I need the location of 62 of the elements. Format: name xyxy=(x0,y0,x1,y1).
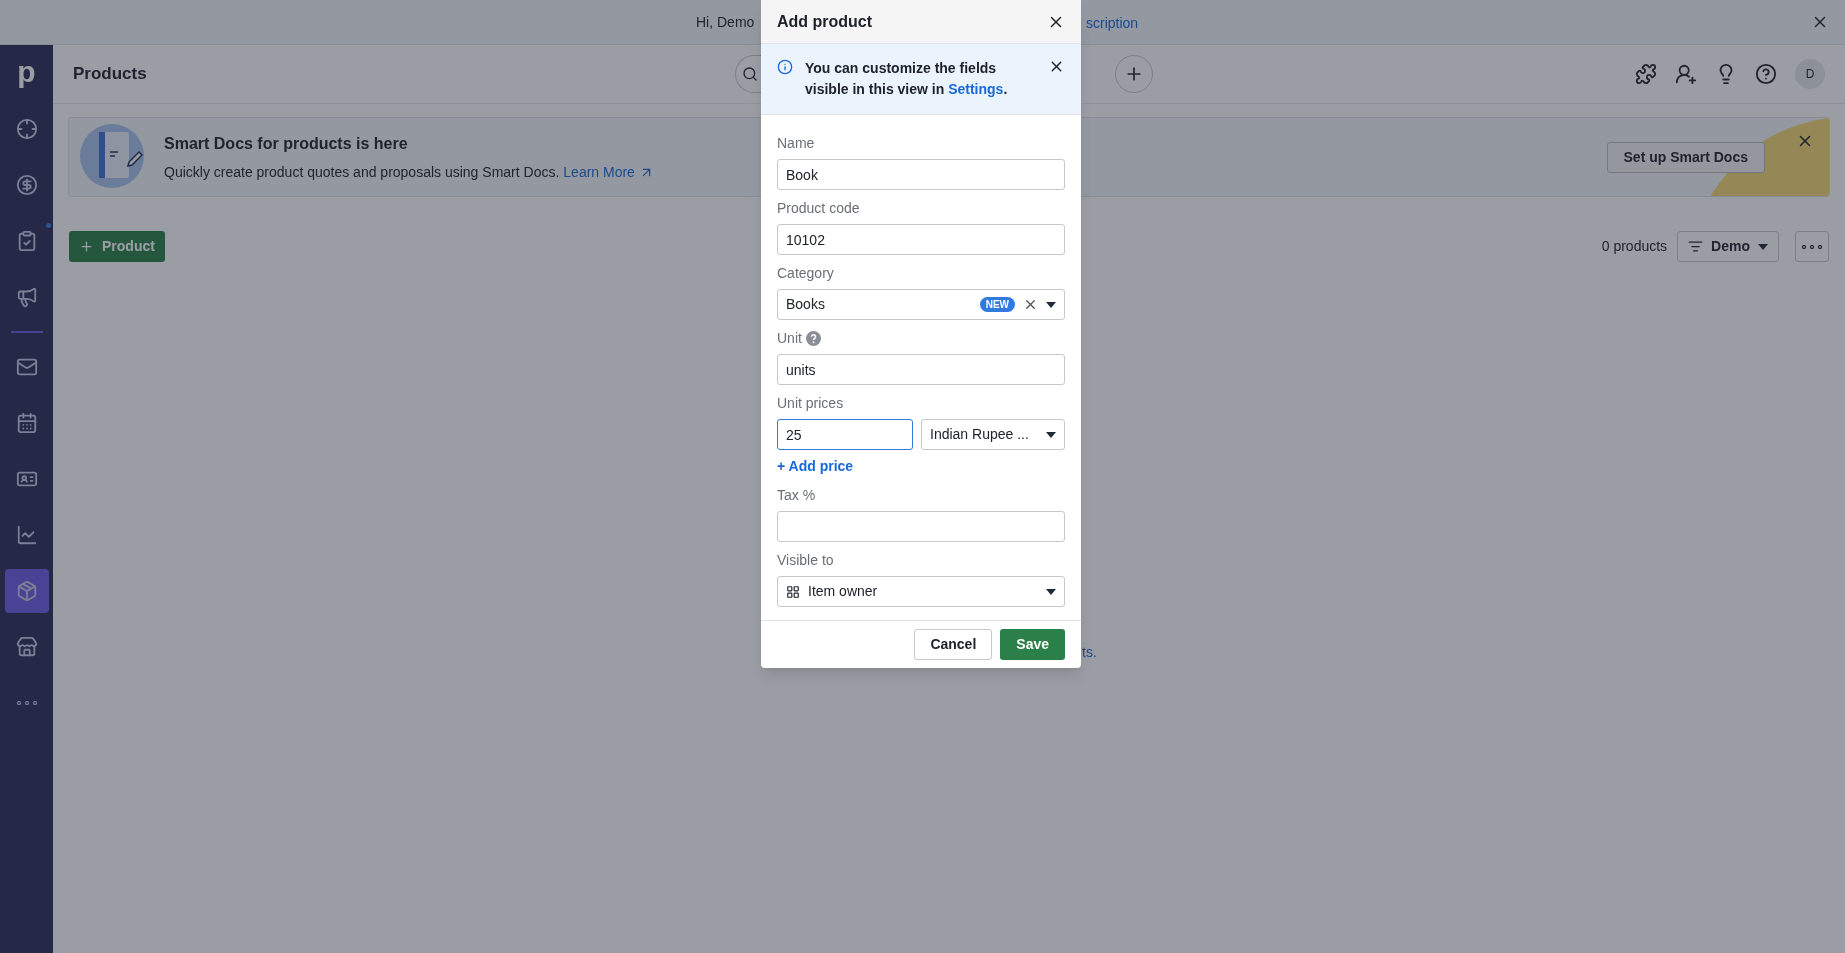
add-user-icon[interactable] xyxy=(1675,63,1697,85)
chart-icon xyxy=(15,524,38,546)
category-select[interactable]: Books NEW xyxy=(777,289,1065,320)
field-label: Name xyxy=(777,134,815,153)
visibility-select[interactable]: Item owner xyxy=(777,576,1065,607)
search-icon xyxy=(742,66,758,82)
promo-title: Smart Docs for products is here xyxy=(164,133,409,154)
more-icon xyxy=(16,701,37,705)
nav-item[interactable] xyxy=(4,569,49,613)
new-badge: NEW xyxy=(979,297,1015,312)
info-icon xyxy=(777,59,793,75)
megaphone-icon xyxy=(15,286,38,308)
filter-icon xyxy=(1688,239,1704,254)
caret-icon xyxy=(1046,301,1056,308)
field-label: Unit prices xyxy=(777,394,844,413)
add-price-link[interactable]: + Add price xyxy=(777,456,854,477)
save-button[interactable]: Save xyxy=(1000,629,1065,660)
caret-icon xyxy=(1046,588,1056,595)
avatar[interactable]: D xyxy=(1795,59,1825,89)
field-label: Visible to xyxy=(777,551,834,570)
text-field[interactable]: 10102 xyxy=(777,224,1065,255)
field-label: Product code xyxy=(777,199,860,218)
filter-button[interactable]: Demo xyxy=(1677,231,1779,262)
add-button[interactable] xyxy=(1115,55,1153,93)
info-message: You can customize the fields visible in this view in Settings. xyxy=(805,59,1009,99)
more-icon xyxy=(1802,244,1822,249)
text-field[interactable]: Book xyxy=(777,159,1065,190)
add-product-button[interactable]: Product xyxy=(69,231,165,262)
field-label: Unit xyxy=(777,329,802,348)
learn-more-link[interactable]: Learn More xyxy=(563,161,635,183)
calendar-icon xyxy=(15,412,38,434)
price-field[interactable]: 25 xyxy=(777,419,913,450)
promo-text: Quickly create product quotes and proposals using Smart Docs. xyxy=(164,162,560,182)
text-field[interactable]: units xyxy=(777,354,1065,385)
empty-text: ts. xyxy=(1082,643,1098,662)
plus-icon xyxy=(79,239,94,254)
cancel-button[interactable]: Cancel xyxy=(914,629,993,660)
target-icon xyxy=(15,118,38,140)
store-icon xyxy=(15,636,38,658)
help-icon[interactable] xyxy=(805,331,821,346)
field-label: Tax % xyxy=(777,486,816,505)
box-icon xyxy=(15,580,38,602)
dollar-icon xyxy=(15,174,38,196)
mail-icon xyxy=(15,356,38,378)
field-label: Category xyxy=(777,264,834,283)
product-count: 0 products xyxy=(1601,237,1668,256)
subscription-link[interactable]: scription xyxy=(1086,13,1139,34)
currency-select[interactable]: Indian Rupee ... xyxy=(921,419,1065,450)
puzzle-icon[interactable] xyxy=(1635,63,1657,85)
grid-icon xyxy=(786,584,800,599)
logo[interactable]: p xyxy=(17,55,36,89)
caret-icon xyxy=(1758,243,1768,250)
caret-icon xyxy=(1046,431,1056,438)
text-field[interactable] xyxy=(777,511,1065,542)
settings-link[interactable]: Settings xyxy=(948,81,1004,97)
clear-icon[interactable] xyxy=(1023,297,1038,312)
setup-button[interactable]: Set up Smart Docs xyxy=(1606,142,1765,173)
page-title: Products xyxy=(73,63,147,86)
dialog-title: Add product xyxy=(777,11,873,32)
more-button[interactable] xyxy=(1795,231,1829,262)
help-icon[interactable] xyxy=(1755,63,1777,85)
greeting-text: Hi, Demo xyxy=(696,12,755,32)
